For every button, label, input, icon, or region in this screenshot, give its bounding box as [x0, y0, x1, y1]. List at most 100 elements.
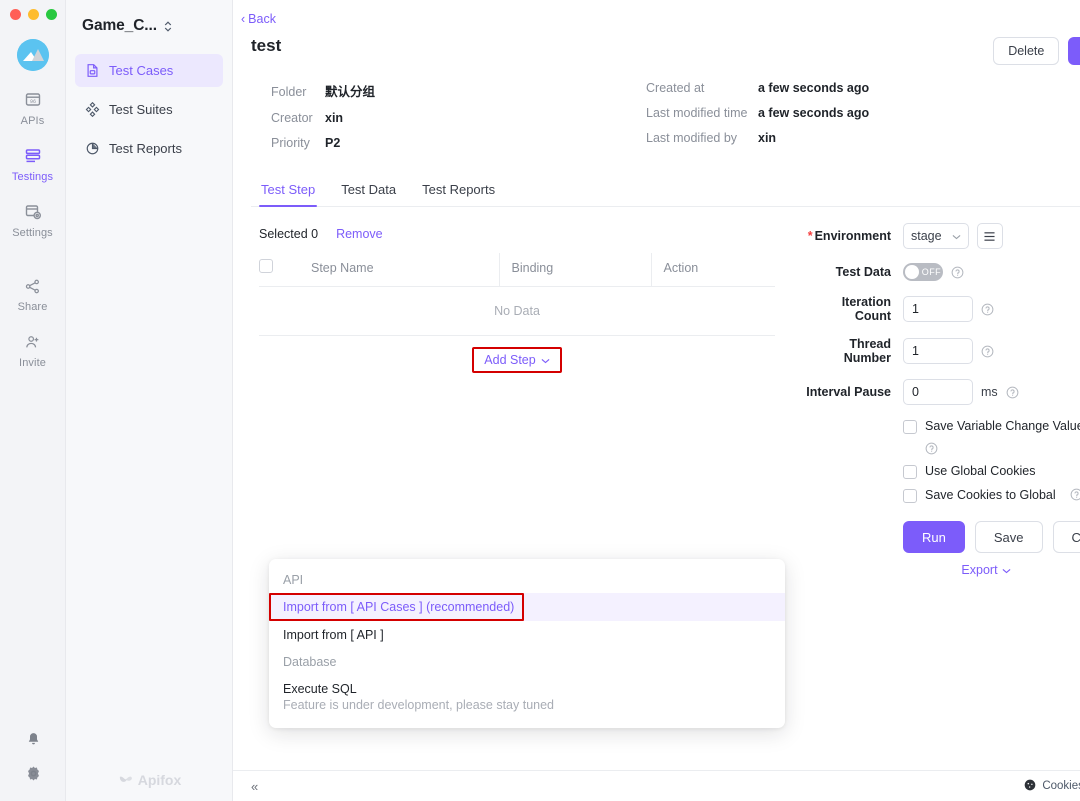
rail-item-testings[interactable]: Testings [0, 145, 66, 183]
test-data-toggle[interactable]: OFF [903, 263, 943, 281]
required-asterisk: * [807, 229, 813, 243]
environment-value: stage [911, 229, 942, 243]
table-row-empty: No Data [259, 286, 775, 336]
export-button[interactable]: Export [961, 563, 1011, 577]
body-split: Selected 0 Remove Step Name Binding Acti… [233, 207, 1080, 728]
dropdown-item-execute-sql[interactable]: Execute SQL [269, 675, 785, 698]
select-all-checkbox[interactable] [259, 259, 273, 273]
page-title: test [251, 36, 282, 55]
run-config-pane: * Environment stage Test Data OFF Iterat… [791, 207, 1080, 577]
metadata-key: Last modified by [646, 131, 738, 145]
save-button[interactable]: Save [974, 521, 1043, 553]
help-icon[interactable] [981, 303, 994, 316]
metadata-key: Last modified time [646, 106, 748, 120]
sidebar-item-test-suites[interactable]: Test Suites [75, 93, 223, 126]
tab-test-step[interactable]: Test Step [259, 176, 318, 207]
remove-button[interactable]: Remove [336, 227, 383, 241]
metadata-row: Last modified by xin [646, 131, 869, 145]
tab-test-reports[interactable]: Test Reports [420, 176, 497, 206]
invite-icon [24, 331, 41, 353]
metadata-value: 默认分组 [325, 85, 376, 99]
interval-pause-input[interactable] [903, 379, 973, 405]
page-title-row: test Delete Edit [233, 28, 1080, 65]
iteration-count-label: Iteration Count [841, 295, 891, 323]
settings-icon [24, 201, 42, 223]
cookies-status-button[interactable]: Cookies [1024, 779, 1080, 794]
rail-item-invite[interactable]: Invite [0, 331, 66, 369]
export-row: Export [903, 563, 1069, 577]
rail-item-label: Testings [11, 171, 54, 183]
avatar[interactable] [16, 39, 49, 71]
toggle-knob [905, 265, 919, 279]
metadata-row: Priority P2 [271, 136, 646, 150]
iteration-count-input[interactable] [903, 296, 973, 322]
dropdown-item-import-api-cases[interactable]: Import from [ API Cases ] (recommended) [269, 593, 785, 621]
metadata-row: Folder 默认分组 [271, 81, 646, 100]
help-icon[interactable] [1006, 386, 1019, 399]
chevron-updown-icon [163, 20, 173, 33]
help-icon[interactable] [925, 442, 1080, 455]
environment-manage-icon[interactable] [976, 223, 1003, 249]
help-icon[interactable] [951, 266, 964, 279]
use-global-cookies-checkbox[interactable] [903, 465, 917, 479]
thread-number-input[interactable] [903, 338, 973, 364]
sidebar-item-test-cases[interactable]: Test Cases [75, 54, 223, 87]
add-step-button[interactable]: Add Step [484, 353, 550, 367]
bell-icon[interactable] [25, 731, 42, 753]
close-window-button[interactable] [10, 9, 21, 20]
delete-button[interactable]: Delete [993, 37, 1060, 65]
collapse-icon[interactable]: « [251, 779, 258, 794]
config-row-interval-pause: Interval Pause ms [805, 379, 1080, 405]
sidebar-item-label: Test Cases [109, 63, 174, 78]
dropdown-group-api: API [283, 573, 304, 587]
steps-table: Step Name Binding Action No Data Add Ste… [259, 253, 775, 373]
tab-test-data[interactable]: Test Data [339, 176, 398, 206]
back-label: Back [248, 12, 276, 26]
help-icon[interactable] [981, 345, 994, 358]
selected-count: Selected 0 [259, 227, 319, 241]
metadata-row: Last modified time a few seconds ago [646, 106, 869, 120]
test-data-label: Test Data [835, 265, 891, 279]
metadata-right-column: Created at a few seconds ago Last modifi… [646, 81, 869, 150]
help-icon[interactable] [1070, 488, 1080, 501]
run-actions: Run Save CI/CD [903, 521, 1080, 553]
project-name: Game_C... [82, 17, 157, 34]
config-row-iteration-count: Iteration Count [805, 295, 1080, 323]
chevron-down-icon [541, 353, 550, 367]
dropdown-group-database: Database [283, 655, 337, 669]
main-content: ‹ Back test Delete Edit Folder 默认分组 Cr [233, 0, 1080, 801]
sidebar-item-test-reports[interactable]: Test Reports [75, 132, 223, 165]
checkbox-label: Save Cookies to Global [925, 488, 1056, 502]
cookie-icon [1024, 779, 1036, 794]
minimize-window-button[interactable] [28, 9, 39, 20]
save-cookies-to-global-checkbox[interactable] [903, 489, 917, 503]
test-cases-icon [85, 63, 100, 78]
cicd-button[interactable]: CI/CD [1052, 521, 1080, 553]
rail-item-label: APIs [20, 115, 45, 127]
project-switcher[interactable]: Game_C... [66, 0, 232, 52]
metadata-value: a few seconds ago [758, 106, 870, 120]
chevron-down-icon [1002, 563, 1011, 577]
chevron-left-icon: ‹ [241, 12, 246, 26]
edit-button[interactable]: Edit [1068, 37, 1080, 65]
selection-toolbar: Selected 0 Remove [251, 221, 791, 253]
test-suites-icon [85, 102, 100, 117]
window-traffic-lights [10, 9, 57, 20]
metadata-row: Creator xin [271, 111, 646, 125]
share-icon [24, 275, 41, 297]
testings-icon [24, 145, 42, 167]
rail-item-settings[interactable]: Settings [0, 201, 66, 239]
dropdown-item-execute-sql-note: Feature is under development, please sta… [283, 698, 555, 712]
dropdown-item-import-api[interactable]: Import from [ API ] [269, 621, 785, 649]
metadata-value: xin [758, 131, 777, 145]
rail-item-share[interactable]: Share [0, 275, 66, 313]
run-button[interactable]: Run [903, 521, 965, 553]
back-button[interactable]: ‹ Back [233, 0, 276, 26]
add-step-highlight: Add Step [472, 347, 562, 373]
save-variable-change-value-checkbox[interactable] [903, 420, 917, 434]
config-row-thread-number: Thread Number [805, 337, 1080, 365]
environment-select[interactable]: stage [903, 223, 969, 249]
gear-icon[interactable] [25, 765, 42, 787]
rail-item-apis[interactable]: 96 APIs [0, 89, 66, 127]
maximize-window-button[interactable] [46, 9, 57, 20]
